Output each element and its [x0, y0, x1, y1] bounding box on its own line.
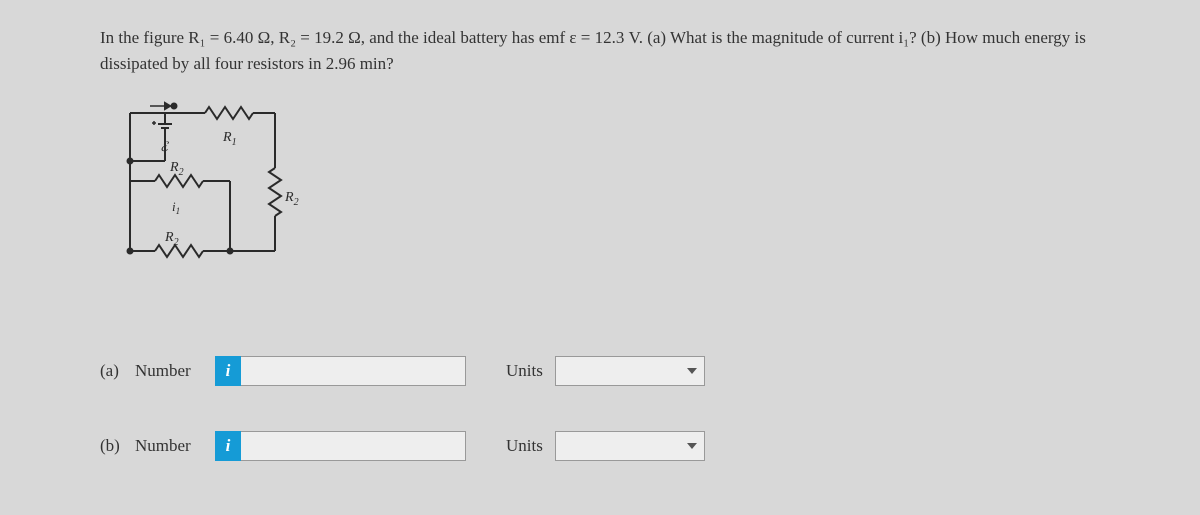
number-label-b: Number — [135, 436, 200, 456]
svg-text:R2: R2 — [284, 190, 299, 208]
svg-text:i1: i1 — [172, 199, 180, 216]
problem-statement: In the figure R₁ = 6.40 Ω, R₂ = 19.2 Ω, … — [100, 25, 1105, 76]
units-label-b: Units — [506, 436, 543, 456]
number-label-a: Number — [135, 361, 200, 381]
number-input-b[interactable] — [241, 431, 466, 461]
units-select-a[interactable] — [555, 356, 705, 386]
part-b-label: (b) — [100, 436, 135, 456]
units-select-b[interactable] — [555, 431, 705, 461]
part-b-row: (b) Number i Units — [100, 431, 1105, 461]
svg-text:R1: R1 — [222, 130, 237, 148]
svg-text:R2: R2 — [164, 230, 179, 248]
part-a-label: (a) — [100, 361, 135, 381]
number-input-a[interactable] — [241, 356, 466, 386]
part-a-row: (a) Number i Units — [100, 356, 1105, 386]
units-label-a: Units — [506, 361, 543, 381]
circuit-diagram: ℰ R1 R2 R2 i1 — [110, 101, 1105, 286]
info-icon[interactable]: i — [215, 431, 241, 461]
info-icon[interactable]: i — [215, 356, 241, 386]
